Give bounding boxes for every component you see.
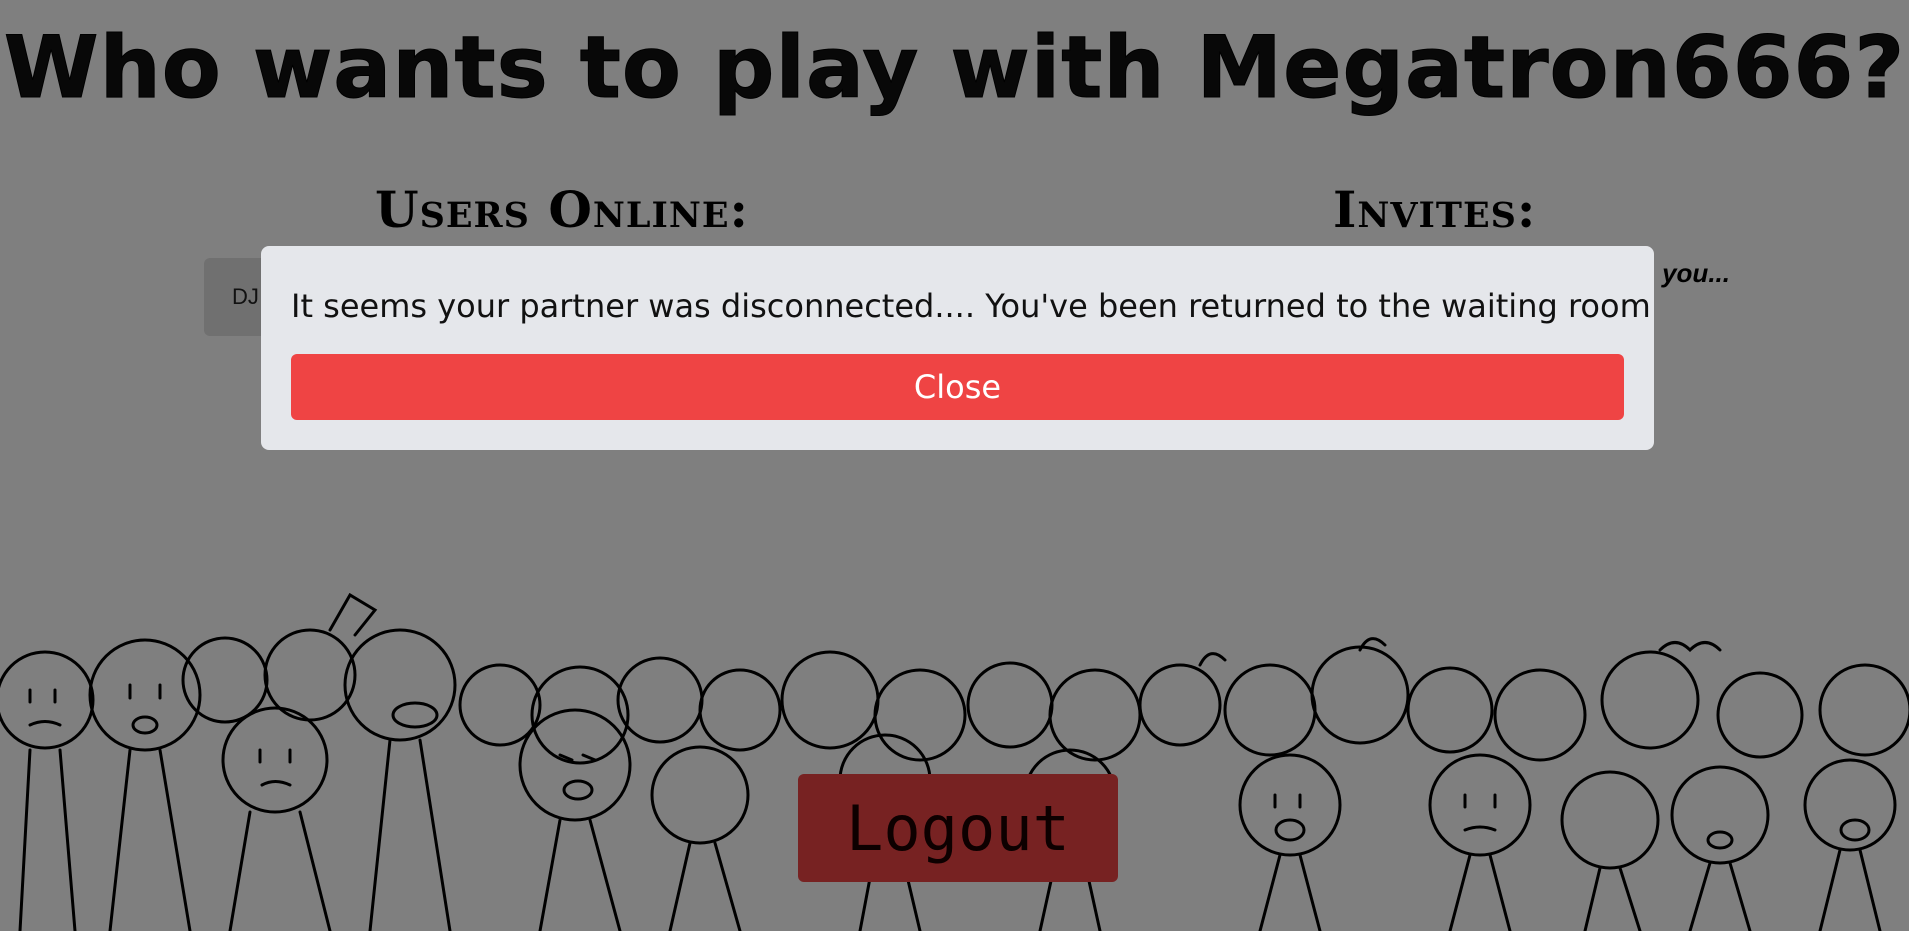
waiting-room-page: Who wants to play with Megatron666? User… [0, 0, 1909, 931]
dialog-message: It seems your partner was disconnected..… [291, 287, 1651, 325]
close-button[interactable]: Close [291, 354, 1624, 420]
disconnect-dialog: It seems your partner was disconnected..… [261, 246, 1654, 450]
modal-backdrop[interactable] [0, 0, 1909, 931]
